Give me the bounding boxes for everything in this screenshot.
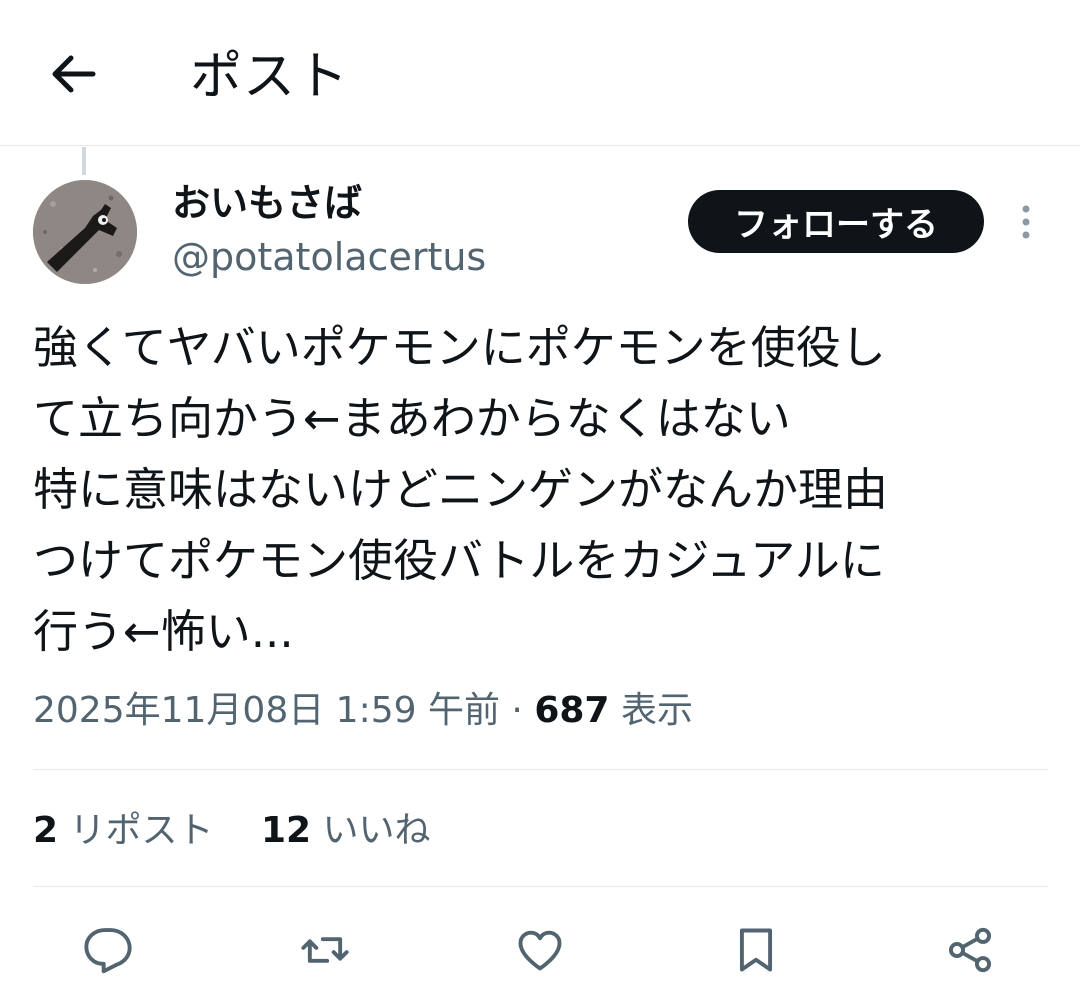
page-title: ポスト <box>190 47 350 107</box>
thread-connector-line <box>82 147 86 175</box>
reposts-stat[interactable]: 2 リポスト <box>33 804 214 858</box>
author-display-name[interactable]: おいもさば <box>172 178 362 228</box>
back-button[interactable] <box>44 44 104 104</box>
avatar-image <box>33 180 137 284</box>
follow-button[interactable]: フォローする <box>688 190 984 253</box>
repost-button[interactable] <box>293 918 357 982</box>
post-text-line: 行う←怖い... <box>33 605 294 658</box>
meta-separator: · <box>511 690 523 731</box>
post-stats: 2 リポスト 12 いいね <box>33 804 431 858</box>
likes-label: いいね <box>322 810 431 851</box>
share-button[interactable] <box>938 918 1002 982</box>
post-meta: 2025年11月08日 1:59 午前 · 687 表示 <box>33 684 693 738</box>
likes-stat[interactable]: 12 いいね <box>261 804 431 858</box>
like-icon <box>518 930 562 971</box>
post-text-line: て立ち向かう←まあわからなくはない <box>33 392 791 445</box>
author-handle[interactable]: @potatolacertus <box>172 232 486 282</box>
bookmark-button[interactable] <box>724 918 788 982</box>
post-text: 強くてヤバいポケモンにポケモンを使役し て立ち向かう←まあわからなくはない 特に… <box>33 312 1043 667</box>
like-button[interactable] <box>508 918 572 982</box>
post-text-line: 特に意味はないけどニンゲンがなんか理由 <box>33 463 889 516</box>
reply-icon <box>84 928 132 974</box>
avatar[interactable] <box>33 180 137 284</box>
reposts-label: リポスト <box>69 810 214 851</box>
reposts-count: 2 <box>33 810 59 851</box>
more-options-button[interactable] <box>1010 200 1042 244</box>
repost-icon <box>301 937 349 963</box>
arrow-left-icon <box>52 55 96 93</box>
likes-count: 12 <box>260 810 312 851</box>
post-timestamp[interactable]: 2025年11月08日 1:59 午前 <box>33 690 500 731</box>
reply-button[interactable] <box>76 918 140 982</box>
post-text-line: つけてポケモン使役バトルをカジュアルに <box>33 534 885 587</box>
action-bar <box>0 918 1080 982</box>
bookmark-icon <box>739 928 773 972</box>
views-count: 687 <box>534 690 610 731</box>
share-icon <box>948 927 992 973</box>
views-label: 表示 <box>620 690 693 731</box>
divider <box>33 769 1048 770</box>
divider <box>33 886 1048 887</box>
more-vertical-icon <box>1022 205 1030 239</box>
top-bar: ポスト <box>0 0 1080 146</box>
post-text-line: 強くてヤバいポケモンにポケモンを使役し <box>33 321 886 374</box>
